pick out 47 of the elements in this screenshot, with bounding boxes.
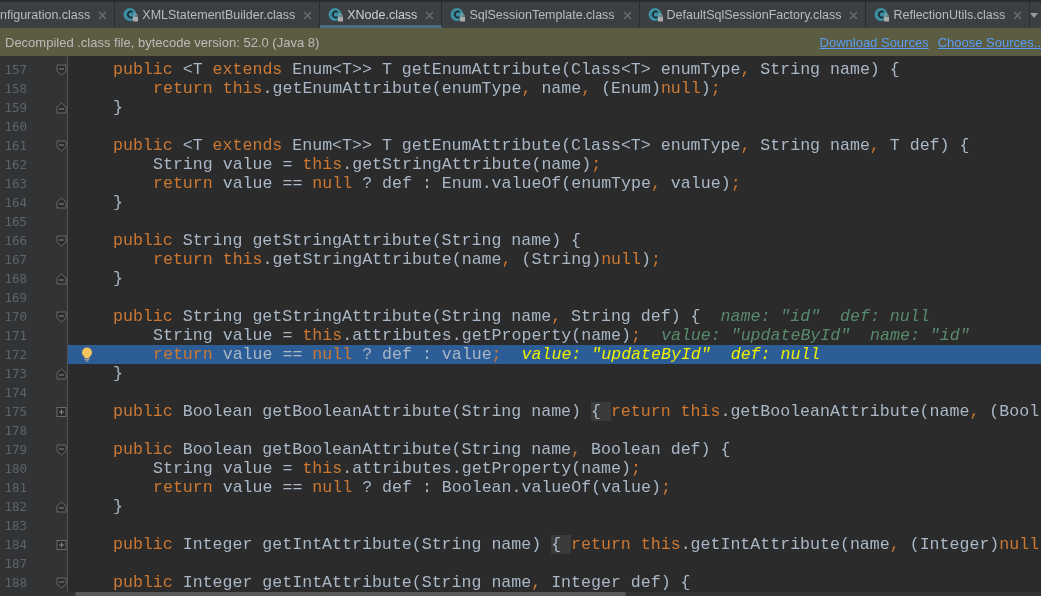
code-text: public String getStringAttribute(String name, String def) { [113,307,701,326]
close-icon[interactable] [425,10,435,20]
code-text: return this.getEnumAttribute(enumType, name, (Enum)null); [153,79,721,98]
fold-end-icon[interactable] [56,500,67,513]
code-text: } [113,193,123,212]
close-icon[interactable] [849,10,859,20]
code-text: return value == null ? def : Enum.valueOf(enumType, value); [153,174,741,193]
code-text: } [113,269,123,288]
fold-end-icon[interactable] [56,196,67,209]
code-text: public Integer getIntAttribute(String name, Integer def) { [113,573,691,592]
horizontal-scrollbar[interactable] [75,592,626,596]
fold-expand-icon[interactable] [56,538,67,551]
fold-expand-icon[interactable] [56,405,67,418]
fold-end-icon[interactable] [56,101,67,114]
fold-collapse-icon[interactable] [56,576,67,589]
fold-collapse-icon[interactable] [56,234,67,247]
close-icon[interactable] [622,10,632,20]
fold-collapse-icon[interactable] [56,443,67,456]
code-text: public Boolean getBooleanAttribute(String name) { return this.getBooleanAttribute(name, (Bool [113,402,1040,421]
code-text: String value = this.attributes.getProperty(name); [153,326,641,345]
debug-value-hint: value: "updateById" name: "id" [660,326,970,345]
close-icon[interactable] [303,10,313,20]
code-text: String value = this.attributes.getProperty(name); [153,459,641,478]
fold-end-icon[interactable] [56,367,67,380]
code-text: } [113,497,123,516]
code-text: public String getStringAttribute(String name) { [113,231,582,250]
fold-collapse-icon[interactable] [56,63,67,76]
code-text: public <T extends Enum<T>> T getEnumAttribute(Class<T> enumType, String name) { [113,60,900,79]
code-text: } [113,364,123,383]
lightbulb-icon[interactable] [81,347,93,362]
fold-collapse-icon[interactable] [56,139,67,152]
code-text: public Integer getIntAttribute(String name) { return this.getIntAttribute(name, (Integer)null [113,535,1040,554]
debug-value-hint: name: "id" def: null [720,307,930,326]
close-icon[interactable] [98,10,108,20]
caret-icon[interactable] [1030,12,1038,18]
close-icon[interactable] [1013,10,1023,20]
code-text: return value == null ? def : Boolean.valueOf(value); [153,478,671,497]
code-text: } [113,98,123,117]
decompiled-notice: Decompiled .class file, bytecode version: 52.0 (Java 8) [5,34,320,50]
code-text: return value == null ? def : value; [153,345,502,364]
code-text: public <T extends Enum<T>> T getEnumAttribute(Class<T> enumType, String name, T def) { [113,136,970,155]
fold-collapse-icon[interactable] [56,310,67,323]
code-text: public Boolean getBooleanAttribute(String name, Boolean def) { [113,440,731,459]
code-text: return this.getStringAttribute(name, (String)null); [153,250,661,269]
fold-end-icon[interactable] [56,272,67,285]
code-text: String value = this.getStringAttribute(name); [153,155,602,174]
debug-value-hint: value: "updateById" def: null [521,345,821,364]
